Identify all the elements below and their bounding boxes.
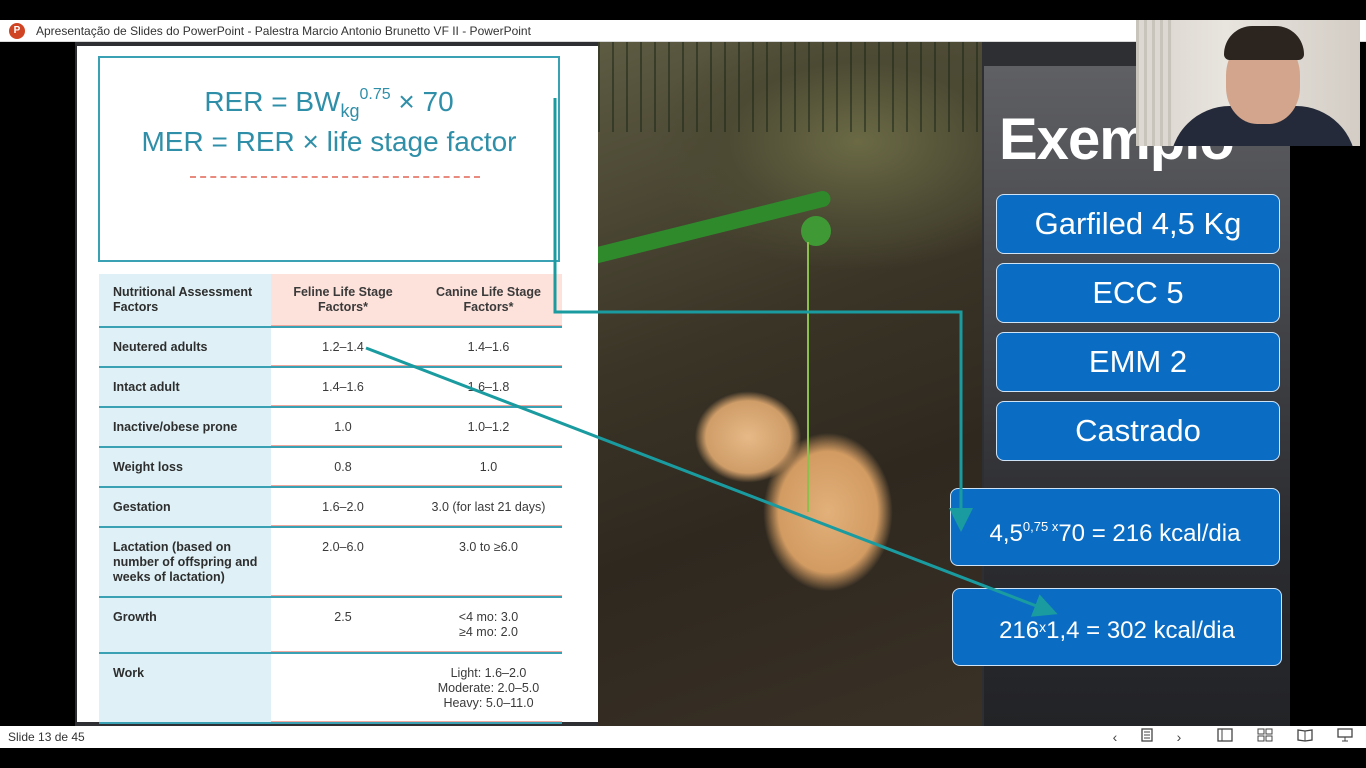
calc1-result: 70 = 216 kcal/dia bbox=[1058, 520, 1241, 547]
calc1-superscript: 0,75 x bbox=[1022, 519, 1059, 534]
cropped-text-fragment bbox=[190, 176, 480, 181]
window-title: Apresentação de Slides do PowerPoint - P… bbox=[36, 24, 531, 38]
table-cell: Work bbox=[99, 654, 271, 722]
calc2-base: 216 bbox=[999, 617, 1040, 644]
table-cell: 1.0–1.2 bbox=[415, 408, 562, 446]
table-cell: 1.6–1.8 bbox=[415, 368, 562, 406]
table-cell: 3.0 (for last 21 days) bbox=[415, 488, 562, 526]
table-cell: Light: 1.6–2.0 Moderate: 2.0–5.0 Heavy: … bbox=[415, 654, 562, 722]
rer-superscript: 0.75 bbox=[359, 86, 391, 103]
presenter-hair bbox=[1224, 26, 1304, 60]
item-box-ecc: ECC 5 bbox=[996, 263, 1280, 323]
table-cell: Gestation bbox=[99, 488, 271, 526]
table-cell: 0.8 bbox=[271, 448, 415, 486]
item-box-weight: Garfiled 4,5 Kg bbox=[996, 194, 1280, 254]
previous-icon[interactable]: ‹ bbox=[1104, 728, 1126, 746]
table-cell bbox=[271, 654, 415, 722]
slide-indicator: Slide 13 de 45 bbox=[8, 730, 85, 744]
table-row: Inactive/obese prone 1.0 1.0–1.2 bbox=[99, 408, 562, 448]
green-toy-pole bbox=[598, 189, 833, 268]
table-cell: <4 mo: 3.0 ≥4 mo: 2.0 bbox=[415, 598, 562, 652]
table-cell: Inactive/obese prone bbox=[99, 408, 271, 446]
status-bar: Slide 13 de 45 ‹ › bbox=[0, 726, 1366, 748]
cat-photo bbox=[598, 42, 982, 726]
table-row: Growth 2.5 <4 mo: 3.0 ≥4 mo: 2.0 bbox=[99, 598, 562, 654]
table-header-row: Nutritional Assessment Factors Feline Li… bbox=[99, 274, 562, 328]
green-toy-knob bbox=[801, 216, 831, 246]
table-row: Weight loss 0.8 1.0 bbox=[99, 448, 562, 488]
toy-string bbox=[807, 242, 809, 512]
mer-formula: MER = RER × life stage factor bbox=[141, 126, 517, 157]
table-cell: 1.0 bbox=[415, 448, 562, 486]
table-row: Neutered adults 1.2–1.4 1.4–1.6 bbox=[99, 328, 562, 368]
presenter-webcam bbox=[1136, 20, 1360, 146]
next-icon[interactable]: › bbox=[1168, 728, 1190, 746]
rer-prefix: RER = BW bbox=[204, 86, 341, 117]
table-cell: 2.0–6.0 bbox=[271, 528, 415, 596]
powerpoint-app-icon: P bbox=[9, 23, 25, 39]
fence-texture bbox=[598, 42, 982, 132]
calc2-result: 1,4 = 302 kcal/dia bbox=[1046, 617, 1235, 644]
table-cell: Weight loss bbox=[99, 448, 271, 486]
table-cell: 1.4–1.6 bbox=[415, 328, 562, 366]
table-cell: 1.2–1.4 bbox=[271, 328, 415, 366]
rer-formula: RER = BWkg0.75 × 70 bbox=[100, 86, 558, 122]
calc1-base: 4,5 bbox=[989, 520, 1023, 547]
table-cell: 3.0 to ≥6.0 bbox=[415, 528, 562, 596]
item-box-emm: EMM 2 bbox=[996, 332, 1280, 392]
slides-list-icon[interactable] bbox=[1136, 728, 1158, 746]
formula-box: RER = BWkg0.75 × 70 MER = RER × life sta… bbox=[98, 56, 560, 262]
rer-suffix: × 70 bbox=[390, 86, 454, 117]
table-cell: 1.0 bbox=[271, 408, 415, 446]
normal-view-icon[interactable] bbox=[1214, 728, 1236, 746]
item-box-castrado: Castrado bbox=[996, 401, 1280, 461]
calc-box-mer: 216x1,4 = 302 kcal/dia bbox=[952, 588, 1282, 666]
table-header-cell: Feline Life Stage Factors* bbox=[271, 274, 415, 326]
example-panel: Exemplo Garfiled 4,5 Kg ECC 5 EMM 2 Cast… bbox=[950, 66, 1290, 726]
bottom-black-band bbox=[0, 748, 1366, 768]
table-cell: 1.6–2.0 bbox=[271, 488, 415, 526]
table-row: Intact adult 1.4–1.6 1.6–1.8 bbox=[99, 368, 562, 408]
table-cell: 1.4–1.6 bbox=[271, 368, 415, 406]
life-stage-table: Nutritional Assessment Factors Feline Li… bbox=[99, 274, 562, 724]
slide-sorter-icon[interactable] bbox=[1254, 728, 1276, 746]
table-row: Lactation (based on number of offspring … bbox=[99, 528, 562, 598]
table-cell: Lactation (based on number of offspring … bbox=[99, 528, 271, 596]
table-row: Work Light: 1.6–2.0 Moderate: 2.0–5.0 He… bbox=[99, 654, 562, 724]
reading-view-icon[interactable] bbox=[1294, 728, 1316, 746]
slideshow-icon[interactable] bbox=[1334, 728, 1356, 746]
top-black-band bbox=[0, 0, 1366, 20]
table-header-cell: Canine Life Stage Factors* bbox=[415, 274, 562, 326]
table-header-cell: Nutritional Assessment Factors bbox=[99, 274, 271, 326]
calc-box-rer: 4,50,75 x70 = 216 kcal/dia bbox=[950, 488, 1280, 566]
webcam-background-blinds bbox=[1136, 20, 1172, 146]
table-cell: Intact adult bbox=[99, 368, 271, 406]
table-cell: 2.5 bbox=[271, 598, 415, 652]
table-row: Gestation 1.6–2.0 3.0 (for last 21 days) bbox=[99, 488, 562, 528]
table-cell: Neutered adults bbox=[99, 328, 271, 366]
rer-subscript: kg bbox=[340, 101, 360, 121]
table-cell: Growth bbox=[99, 598, 271, 652]
slide-left-content: RER = BWkg0.75 × 70 MER = RER × life sta… bbox=[77, 46, 598, 724]
